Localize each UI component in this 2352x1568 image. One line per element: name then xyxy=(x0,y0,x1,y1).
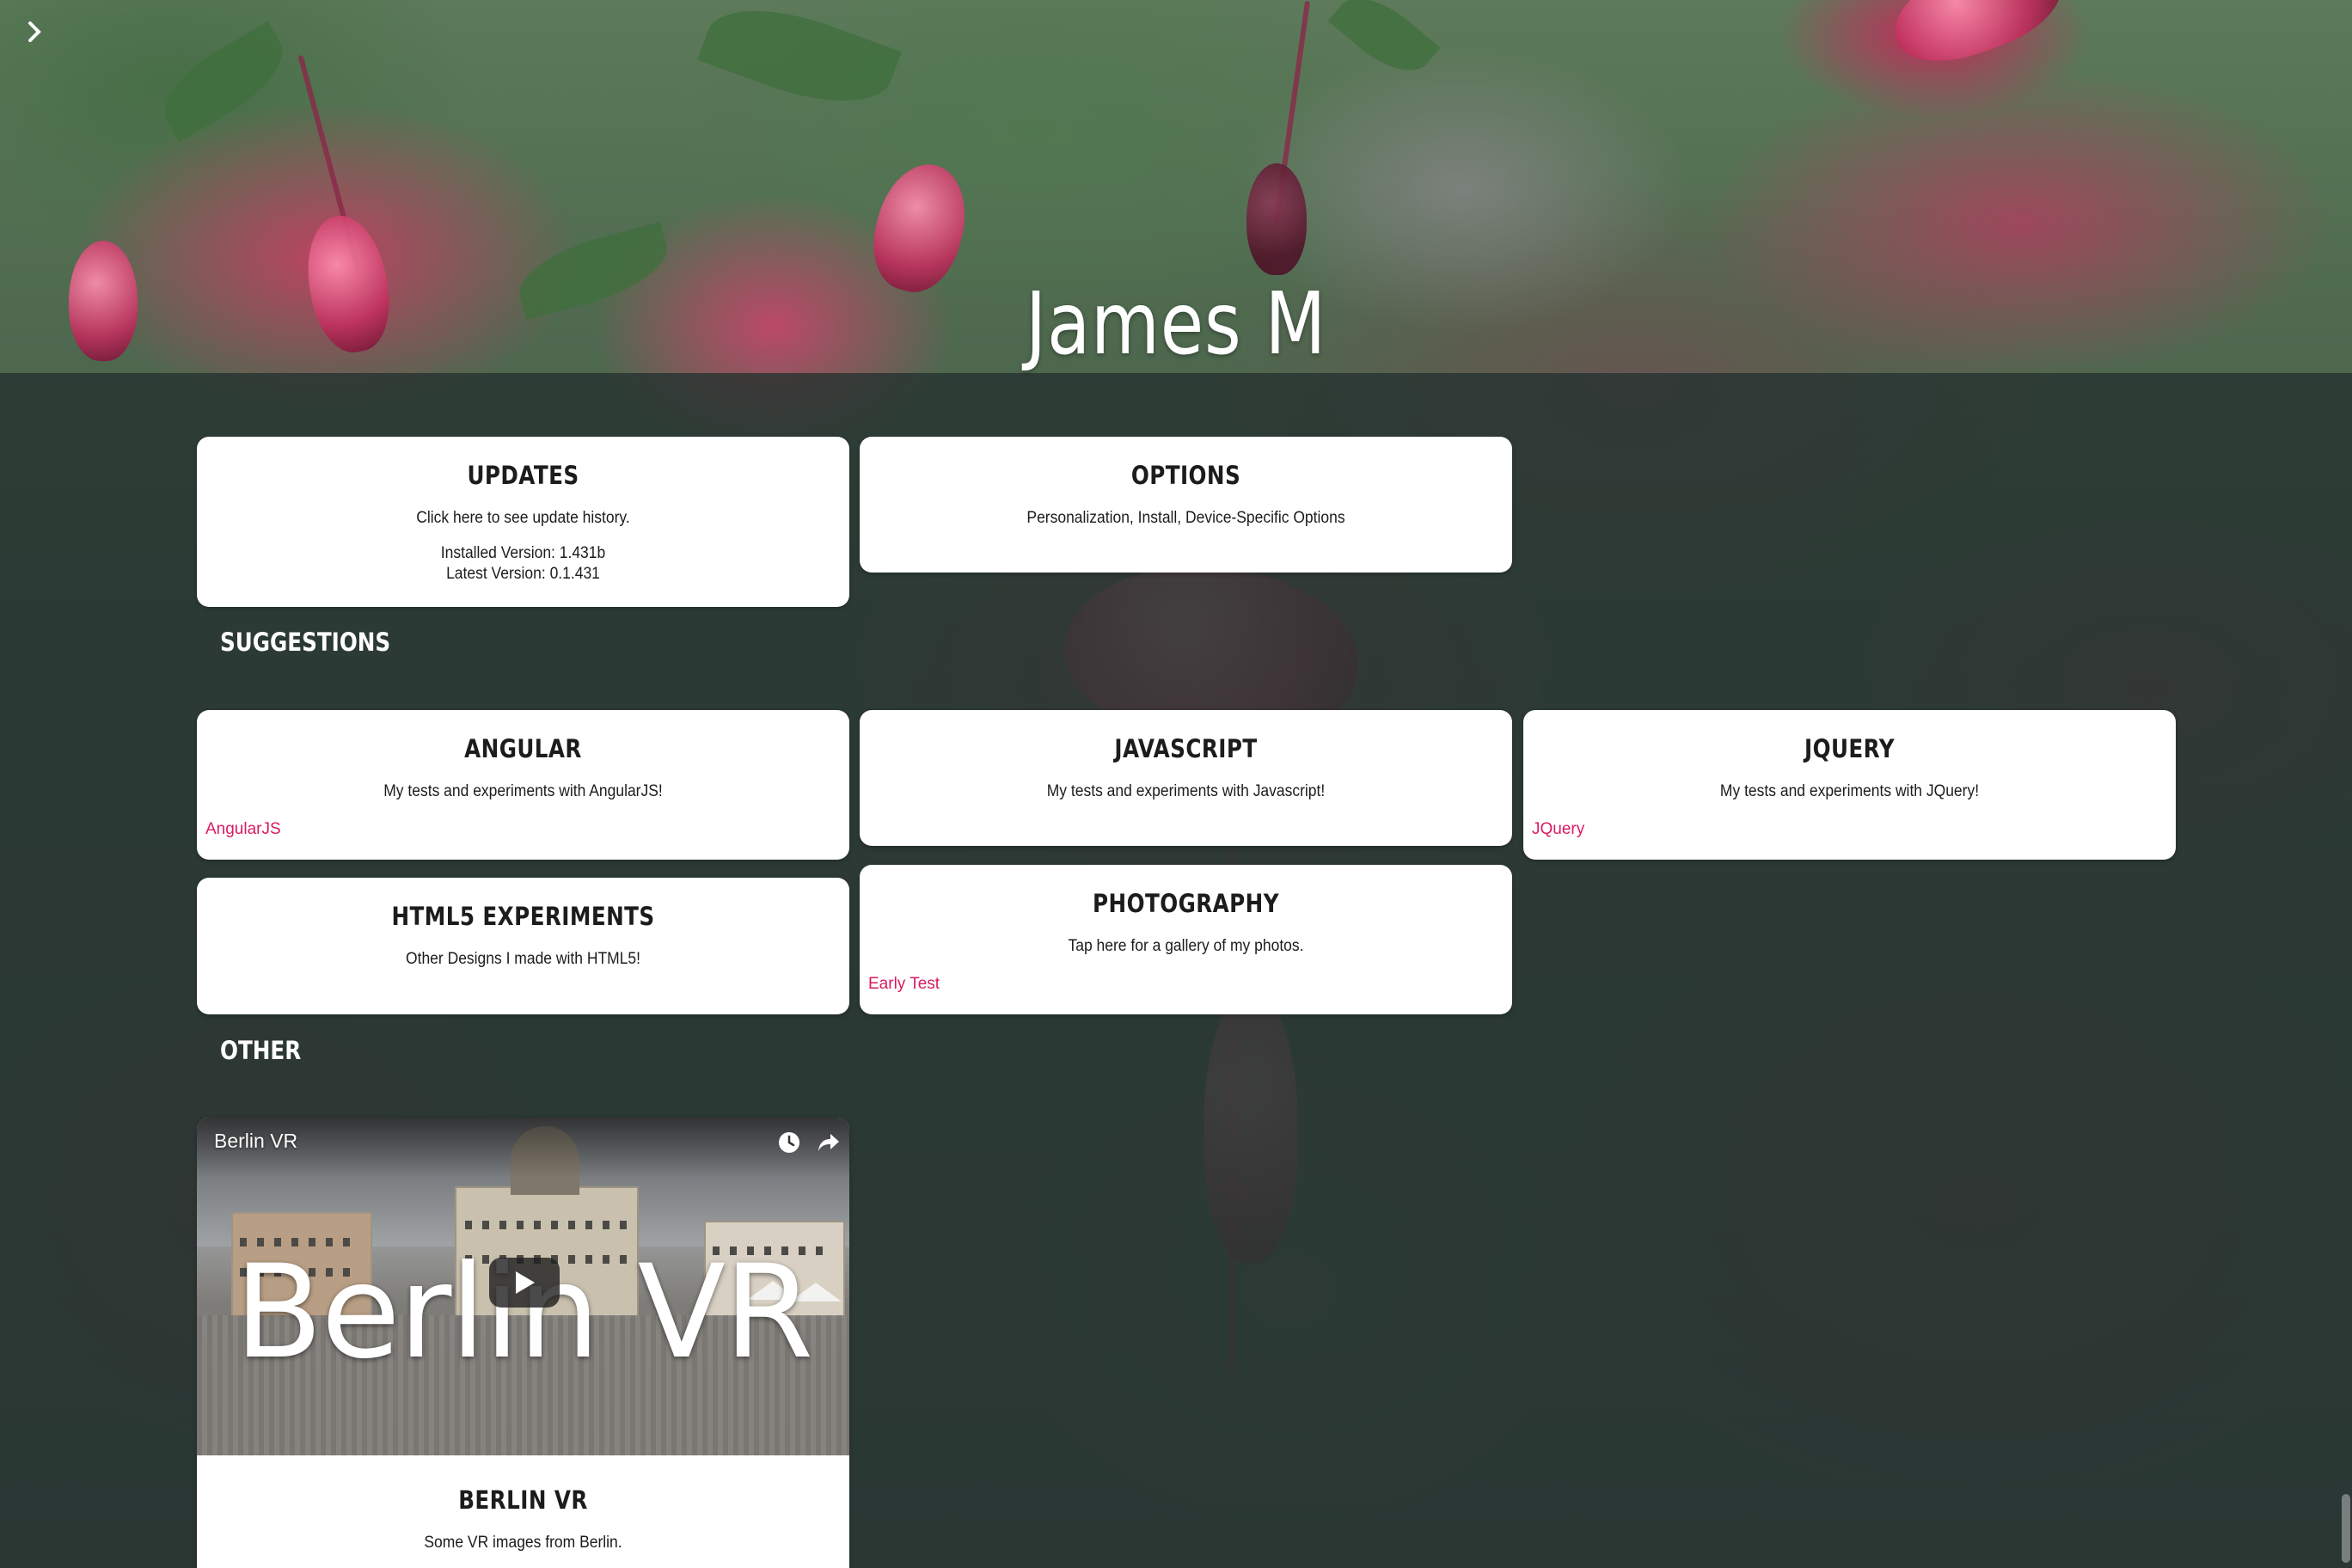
page: James M UPDATES Click here to see update… xyxy=(0,0,2352,1568)
javascript-card-title: JAVASCRIPT xyxy=(1114,734,1258,763)
installed-version: Installed Version: 1.431b xyxy=(440,544,606,562)
javascript-card[interactable]: JAVASCRIPT My tests and experiments with… xyxy=(860,710,1512,846)
berlin-vr-card-title: BERLIN VR xyxy=(458,1485,588,1515)
background-flower xyxy=(1246,163,1307,275)
share-icon[interactable] xyxy=(816,1130,842,1155)
jquery-card-desc: My tests and experiments with JQuery! xyxy=(1719,782,1980,800)
photography-card-title: PHOTOGRAPHY xyxy=(1093,889,1279,918)
angular-card-title: ANGULAR xyxy=(464,734,582,763)
updates-card-title: UPDATES xyxy=(467,461,579,490)
jquery-card[interactable]: JQUERY My tests and experiments with JQu… xyxy=(1523,710,2176,860)
options-card-title: OPTIONS xyxy=(1130,461,1241,490)
background-leaf xyxy=(697,0,902,125)
javascript-card-desc: My tests and experiments with Javascript… xyxy=(1046,782,1326,800)
video-title-label[interactable]: Berlin VR xyxy=(214,1130,297,1153)
jquery-tag-link[interactable]: JQuery xyxy=(1532,820,1584,839)
video-windows xyxy=(465,1221,628,1229)
updates-card-desc: Click here to see update history. xyxy=(416,509,630,527)
background-flower xyxy=(69,241,138,361)
html5-card[interactable]: HTML5 EXPERIMENTS Other Designs I made w… xyxy=(197,878,849,1014)
berlin-vr-card[interactable]: Berlin VR Berlin VR BERLIN VR Some VR im… xyxy=(197,1118,849,1568)
other-heading: OTHER xyxy=(220,1036,302,1065)
angular-tag-link[interactable]: AngularJS xyxy=(205,820,281,839)
background-leaf xyxy=(149,21,298,143)
angular-card-desc: My tests and experiments with AngularJS! xyxy=(383,782,663,800)
menu-chevron-right-icon[interactable] xyxy=(21,17,50,46)
html5-card-title: HTML5 EXPERIMENTS xyxy=(391,902,655,931)
html5-card-desc: Other Designs I made with HTML5! xyxy=(406,950,640,968)
background-leaf xyxy=(1327,0,1441,88)
updates-card[interactable]: UPDATES Click here to see update history… xyxy=(197,437,849,607)
angular-card[interactable]: ANGULAR My tests and experiments with An… xyxy=(197,710,849,860)
photography-card[interactable]: PHOTOGRAPHY Tap here for a gallery of my… xyxy=(860,865,1512,1014)
latest-version: Latest Version: 0.1.431 xyxy=(446,565,600,583)
scrollbar-thumb[interactable] xyxy=(2342,1494,2350,1563)
jquery-card-title: JQUERY xyxy=(1804,734,1896,763)
play-icon[interactable] xyxy=(489,1258,560,1308)
options-card[interactable]: OPTIONS Personalization, Install, Device… xyxy=(860,437,1512,573)
photography-card-desc: Tap here for a gallery of my photos. xyxy=(1068,937,1304,955)
options-card-desc: Personalization, Install, Device-Specifi… xyxy=(1026,509,1345,527)
suggestions-heading: SUGGESTIONS xyxy=(220,628,391,657)
clock-icon[interactable] xyxy=(776,1130,802,1155)
site-title: James M xyxy=(1025,273,1327,374)
page-scrollbar[interactable] xyxy=(2340,0,2352,1568)
berlin-vr-card-desc: Some VR images from Berlin. xyxy=(424,1534,622,1552)
berlin-vr-video[interactable]: Berlin VR Berlin VR xyxy=(197,1118,849,1455)
background-flower xyxy=(1881,0,2073,79)
photography-tag-link[interactable]: Early Test xyxy=(868,975,940,994)
